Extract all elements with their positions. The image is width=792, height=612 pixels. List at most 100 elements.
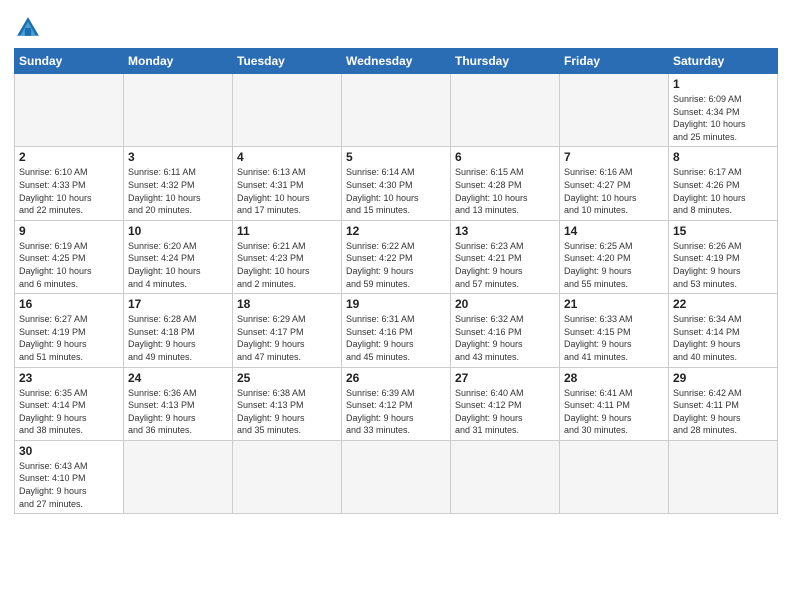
logo xyxy=(14,14,46,42)
day-info: Sunrise: 6:36 AM Sunset: 4:13 PM Dayligh… xyxy=(128,387,228,437)
day-info: Sunrise: 6:35 AM Sunset: 4:14 PM Dayligh… xyxy=(19,387,119,437)
day-info: Sunrise: 6:11 AM Sunset: 4:32 PM Dayligh… xyxy=(128,166,228,216)
calendar-cell: 14 Sunrise: 6:25 AM Sunset: 4:20 PM Dayli… xyxy=(560,220,669,293)
day-number: 17 xyxy=(128,297,228,311)
calendar-cell: 25Sunrise: 6:38 AM Sunset: 4:13 PM Dayli… xyxy=(233,367,342,440)
calendar-cell: 13 Sunrise: 6:23 AM Sunset: 4:21 PM Dayli… xyxy=(451,220,560,293)
day-number: 6 xyxy=(455,150,555,164)
calendar-cell: 19Sunrise: 6:31 AM Sunset: 4:16 PM Dayli… xyxy=(342,294,451,367)
calendar-cell: 30Sunrise: 6:43 AM Sunset: 4:10 PM Dayli… xyxy=(15,440,124,513)
day-number: 28 xyxy=(564,371,664,385)
weekday-header-thursday: Thursday xyxy=(451,49,560,74)
calendar-cell: 22 Sunrise: 6:34 AM Sunset: 4:14 PM Dayli… xyxy=(669,294,778,367)
generalblue-logo-icon xyxy=(14,14,42,42)
calendar-cell: 15 Sunrise: 6:26 AM Sunset: 4:19 PM Dayli… xyxy=(669,220,778,293)
calendar-cell: 29Sunrise: 6:42 AM Sunset: 4:11 PM Dayli… xyxy=(669,367,778,440)
day-number: 20 xyxy=(455,297,555,311)
day-info: Sunrise: 6:31 AM Sunset: 4:16 PM Dayligh… xyxy=(346,313,446,363)
calendar-cell: 3 Sunrise: 6:11 AM Sunset: 4:32 PM Daylig… xyxy=(124,147,233,220)
day-info: Sunrise: 6:40 AM Sunset: 4:12 PM Dayligh… xyxy=(455,387,555,437)
calendar-cell xyxy=(233,440,342,513)
day-number: 5 xyxy=(346,150,446,164)
day-info: Sunrise: 6:09 AM Sunset: 4:34 PM Dayligh… xyxy=(673,93,773,143)
day-number: 23 xyxy=(19,371,119,385)
calendar-cell xyxy=(233,74,342,147)
day-info: Sunrise: 6:26 AM Sunset: 4:19 PM Dayligh… xyxy=(673,240,773,290)
day-info: Sunrise: 6:29 AM Sunset: 4:17 PM Dayligh… xyxy=(237,313,337,363)
day-info: Sunrise: 6:23 AM Sunset: 4:21 PM Dayligh… xyxy=(455,240,555,290)
day-number: 9 xyxy=(19,224,119,238)
calendar-header: SundayMondayTuesdayWednesdayThursdayFrid… xyxy=(15,49,778,74)
day-info: Sunrise: 6:25 AM Sunset: 4:20 PM Dayligh… xyxy=(564,240,664,290)
day-number: 10 xyxy=(128,224,228,238)
day-number: 27 xyxy=(455,371,555,385)
calendar-cell: 7Sunrise: 6:16 AM Sunset: 4:27 PM Daylig… xyxy=(560,147,669,220)
day-number: 30 xyxy=(19,444,119,458)
weekday-header-tuesday: Tuesday xyxy=(233,49,342,74)
calendar-cell: 21 Sunrise: 6:33 AM Sunset: 4:15 PM Dayli… xyxy=(560,294,669,367)
day-info: Sunrise: 6:28 AM Sunset: 4:18 PM Dayligh… xyxy=(128,313,228,363)
day-number: 18 xyxy=(237,297,337,311)
weekday-header-wednesday: Wednesday xyxy=(342,49,451,74)
weekday-header-friday: Friday xyxy=(560,49,669,74)
day-number: 13 xyxy=(455,224,555,238)
day-number: 24 xyxy=(128,371,228,385)
day-info: Sunrise: 6:15 AM Sunset: 4:28 PM Dayligh… xyxy=(455,166,555,216)
calendar-cell: 28 Sunrise: 6:41 AM Sunset: 4:11 PM Dayli… xyxy=(560,367,669,440)
calendar-cell: 10Sunrise: 6:20 AM Sunset: 4:24 PM Dayli… xyxy=(124,220,233,293)
day-number: 14 xyxy=(564,224,664,238)
day-number: 22 xyxy=(673,297,773,311)
calendar-cell: 5 Sunrise: 6:14 AM Sunset: 4:30 PM Daylig… xyxy=(342,147,451,220)
day-number: 1 xyxy=(673,77,773,91)
calendar-cell: 23 Sunrise: 6:35 AM Sunset: 4:14 PM Dayli… xyxy=(15,367,124,440)
calendar: SundayMondayTuesdayWednesdayThursdayFrid… xyxy=(14,48,778,514)
calendar-week-row: 16Sunrise: 6:27 AM Sunset: 4:19 PM Dayli… xyxy=(15,294,778,367)
day-info: Sunrise: 6:33 AM Sunset: 4:15 PM Dayligh… xyxy=(564,313,664,363)
day-info: Sunrise: 6:42 AM Sunset: 4:11 PM Dayligh… xyxy=(673,387,773,437)
calendar-week-row: 1 Sunrise: 6:09 AM Sunset: 4:34 PM Daylig… xyxy=(15,74,778,147)
day-number: 26 xyxy=(346,371,446,385)
calendar-cell xyxy=(15,74,124,147)
calendar-week-row: 23 Sunrise: 6:35 AM Sunset: 4:14 PM Dayli… xyxy=(15,367,778,440)
calendar-cell: 18 Sunrise: 6:29 AM Sunset: 4:17 PM Dayli… xyxy=(233,294,342,367)
calendar-week-row: 9 Sunrise: 6:19 AM Sunset: 4:25 PM Daylig… xyxy=(15,220,778,293)
day-number: 8 xyxy=(673,150,773,164)
calendar-cell: 26 Sunrise: 6:39 AM Sunset: 4:12 PM Dayli… xyxy=(342,367,451,440)
header xyxy=(14,10,778,42)
calendar-cell xyxy=(560,440,669,513)
calendar-cell: 27 Sunrise: 6:40 AM Sunset: 4:12 PM Dayli… xyxy=(451,367,560,440)
day-info: Sunrise: 6:32 AM Sunset: 4:16 PM Dayligh… xyxy=(455,313,555,363)
day-number: 2 xyxy=(19,150,119,164)
day-number: 3 xyxy=(128,150,228,164)
day-info: Sunrise: 6:19 AM Sunset: 4:25 PM Dayligh… xyxy=(19,240,119,290)
calendar-cell xyxy=(124,440,233,513)
calendar-cell: 4 Sunrise: 6:13 AM Sunset: 4:31 PM Daylig… xyxy=(233,147,342,220)
weekday-row: SundayMondayTuesdayWednesdayThursdayFrid… xyxy=(15,49,778,74)
day-info: Sunrise: 6:10 AM Sunset: 4:33 PM Dayligh… xyxy=(19,166,119,216)
weekday-header-monday: Monday xyxy=(124,49,233,74)
day-info: Sunrise: 6:38 AM Sunset: 4:13 PM Dayligh… xyxy=(237,387,337,437)
calendar-cell: 17 Sunrise: 6:28 AM Sunset: 4:18 PM Dayli… xyxy=(124,294,233,367)
calendar-cell: 20 Sunrise: 6:32 AM Sunset: 4:16 PM Dayli… xyxy=(451,294,560,367)
calendar-cell: 8Sunrise: 6:17 AM Sunset: 4:26 PM Daylig… xyxy=(669,147,778,220)
calendar-cell xyxy=(342,440,451,513)
weekday-header-saturday: Saturday xyxy=(669,49,778,74)
calendar-cell xyxy=(342,74,451,147)
calendar-cell: 2 Sunrise: 6:10 AM Sunset: 4:33 PM Daylig… xyxy=(15,147,124,220)
day-info: Sunrise: 6:27 AM Sunset: 4:19 PM Dayligh… xyxy=(19,313,119,363)
day-info: Sunrise: 6:13 AM Sunset: 4:31 PM Dayligh… xyxy=(237,166,337,216)
calendar-cell xyxy=(124,74,233,147)
day-number: 11 xyxy=(237,224,337,238)
day-info: Sunrise: 6:14 AM Sunset: 4:30 PM Dayligh… xyxy=(346,166,446,216)
day-number: 4 xyxy=(237,150,337,164)
calendar-cell: 16Sunrise: 6:27 AM Sunset: 4:19 PM Dayli… xyxy=(15,294,124,367)
day-info: Sunrise: 6:41 AM Sunset: 4:11 PM Dayligh… xyxy=(564,387,664,437)
day-number: 21 xyxy=(564,297,664,311)
day-info: Sunrise: 6:34 AM Sunset: 4:14 PM Dayligh… xyxy=(673,313,773,363)
day-info: Sunrise: 6:21 AM Sunset: 4:23 PM Dayligh… xyxy=(237,240,337,290)
calendar-cell: 9 Sunrise: 6:19 AM Sunset: 4:25 PM Daylig… xyxy=(15,220,124,293)
day-number: 12 xyxy=(346,224,446,238)
day-info: Sunrise: 6:39 AM Sunset: 4:12 PM Dayligh… xyxy=(346,387,446,437)
calendar-cell: 6 Sunrise: 6:15 AM Sunset: 4:28 PM Daylig… xyxy=(451,147,560,220)
day-number: 15 xyxy=(673,224,773,238)
